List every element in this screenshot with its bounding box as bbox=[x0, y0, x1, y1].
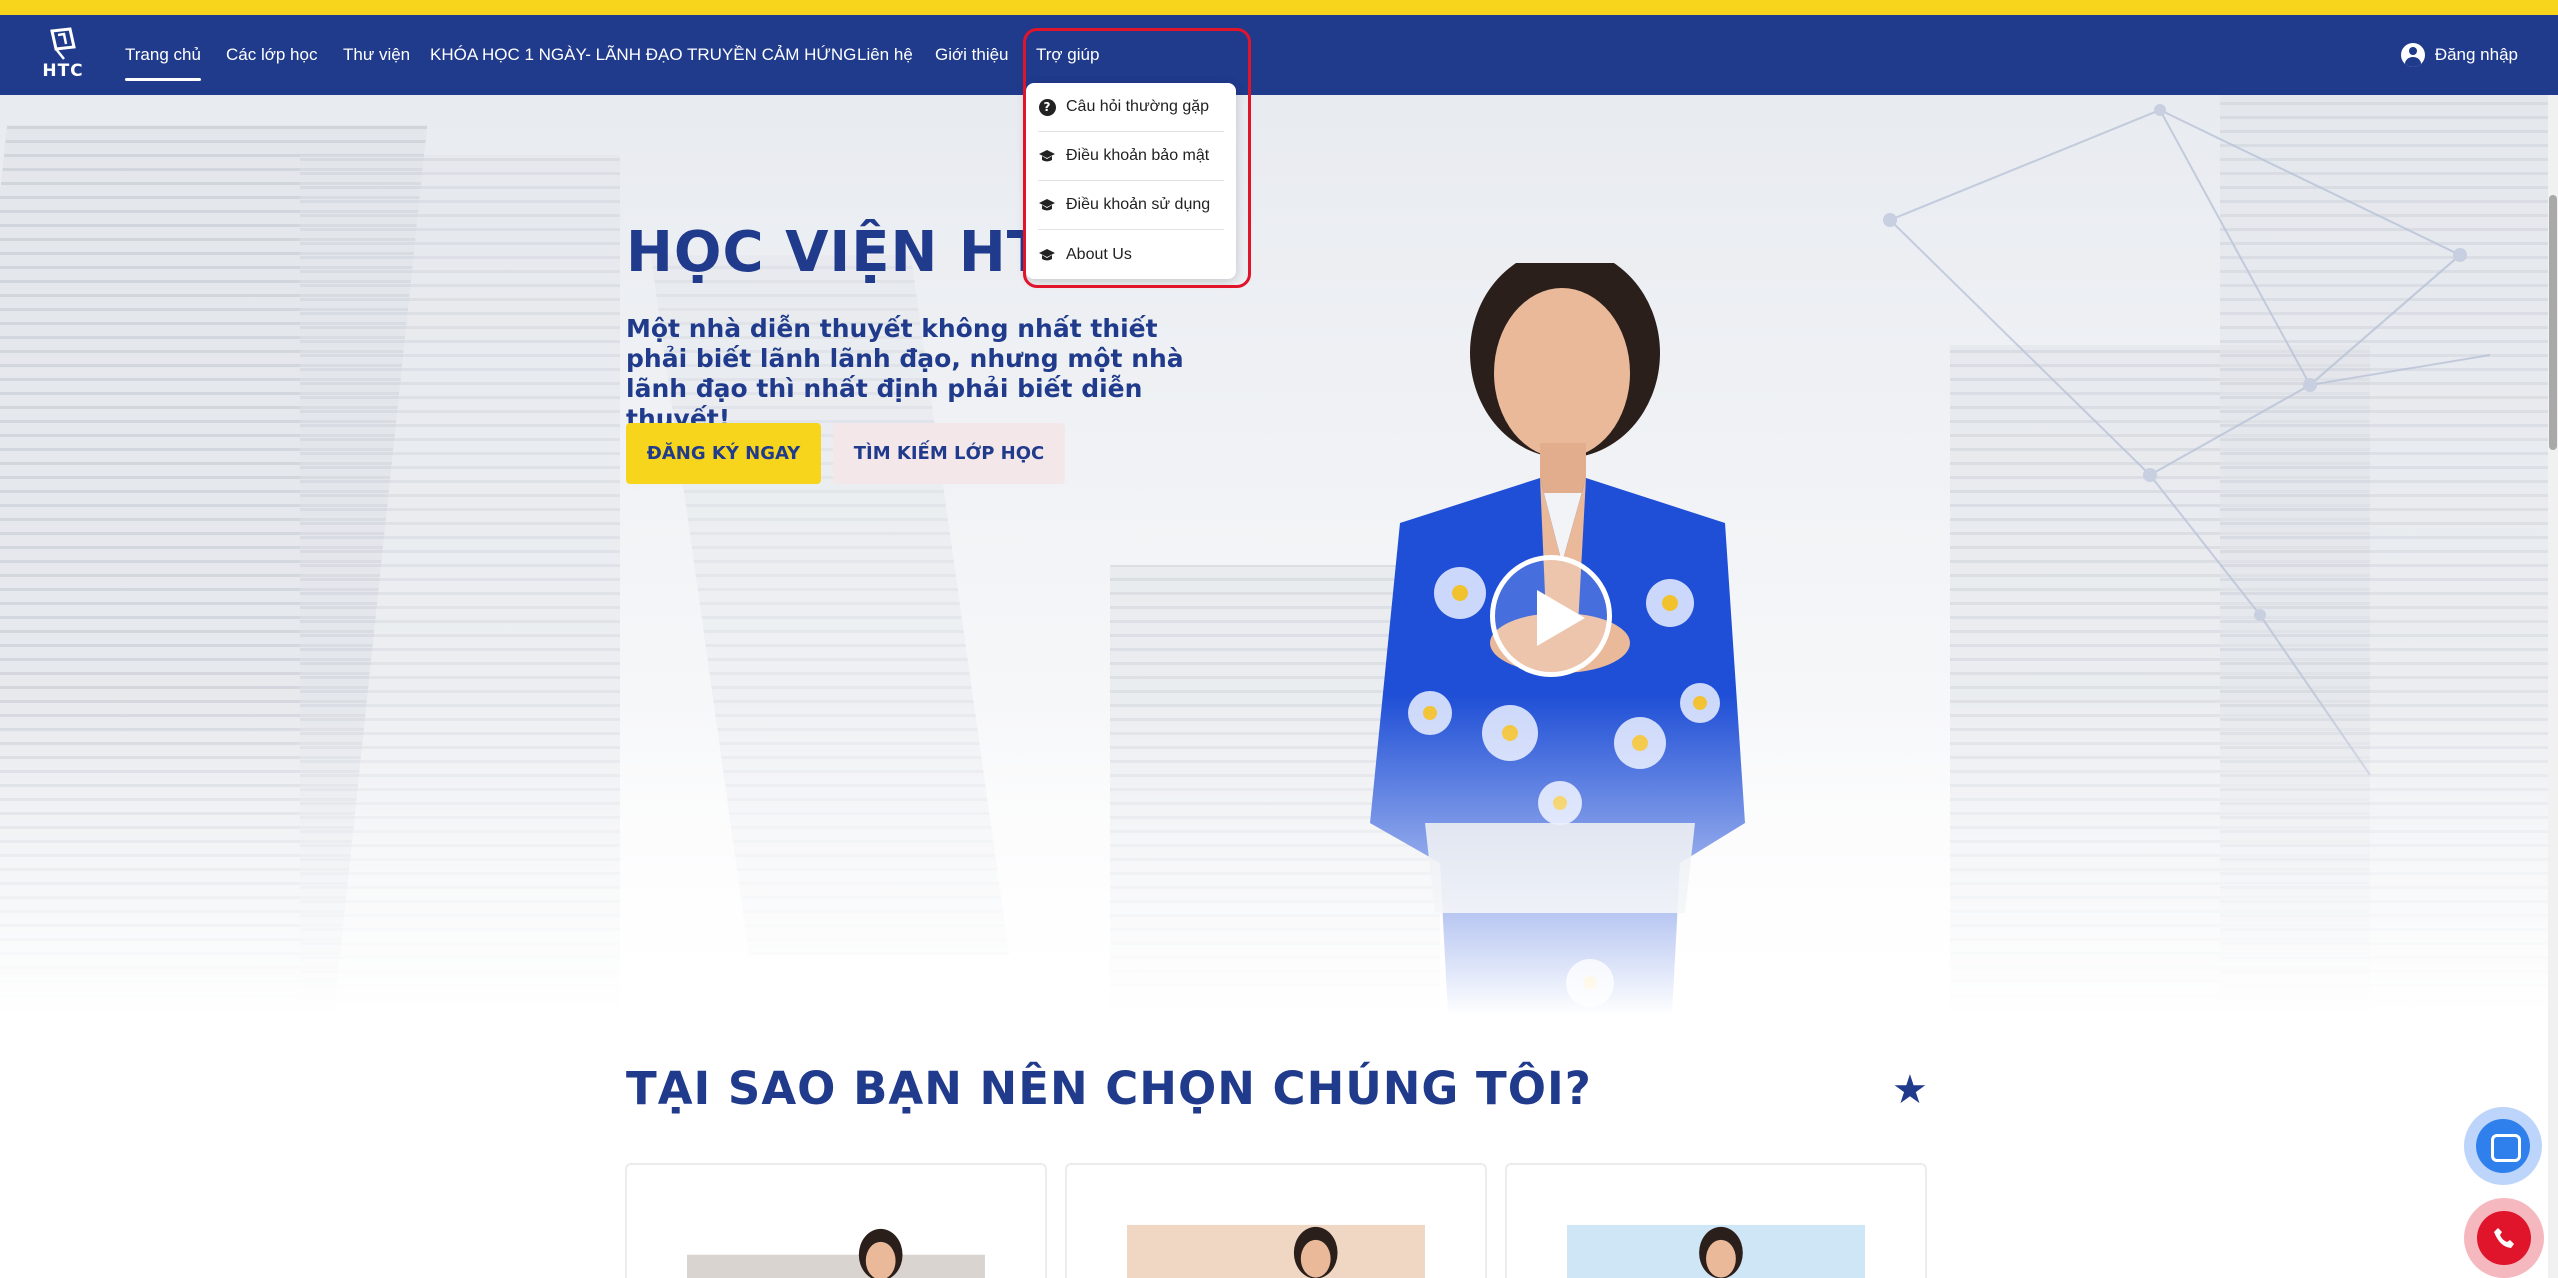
card-image bbox=[1127, 1224, 1425, 1278]
help-menu-item-label: Điều khoản sử dụng bbox=[1066, 196, 1211, 213]
help-menu-item-faq[interactable]: ? Câu hỏi thường gặp bbox=[1038, 83, 1224, 132]
hero-bottom-fade bbox=[0, 695, 2558, 1015]
help-dropdown-menu: ? Câu hỏi thường gặp Điều khoản bảo mật … bbox=[1026, 83, 1236, 279]
help-menu-item-privacy[interactable]: Điều khoản bảo mật bbox=[1038, 132, 1224, 181]
nav-help[interactable]: Trợ giúp bbox=[1036, 43, 1099, 69]
video-play-button[interactable] bbox=[1490, 555, 1612, 677]
star-icon: ★ bbox=[1892, 1068, 1928, 1112]
feature-card[interactable] bbox=[625, 1163, 1047, 1278]
help-menu-item-label: Câu hỏi thường gặp bbox=[1066, 98, 1210, 115]
scrollbar-thumb[interactable] bbox=[2549, 195, 2557, 450]
zalo-chat-button[interactable] bbox=[2464, 1107, 2542, 1185]
card-image bbox=[1567, 1224, 1865, 1278]
register-now-button[interactable]: ĐĂNG KÝ NGAY bbox=[626, 423, 821, 484]
hero-section bbox=[0, 95, 2558, 1015]
search-classes-button[interactable]: TÌM KIẾM LỚP HỌC bbox=[833, 423, 1065, 484]
main-navbar: HTC Trang chủ Các lớp học Thư viện KHÓA … bbox=[0, 15, 2558, 95]
login-link[interactable]: Đăng nhập bbox=[2400, 43, 2518, 67]
nav-contact[interactable]: Liên hệ bbox=[857, 43, 913, 69]
help-menu-item-about-us[interactable]: About Us bbox=[1038, 230, 1224, 279]
graduation-cap-icon bbox=[1038, 147, 1056, 165]
help-menu-item-terms[interactable]: Điều khoản sử dụng bbox=[1038, 181, 1224, 230]
htc-logo[interactable]: HTC bbox=[38, 27, 88, 85]
user-circle-icon bbox=[2400, 43, 2425, 67]
feature-card[interactable] bbox=[1505, 1163, 1927, 1278]
logo-text: HTC bbox=[42, 61, 84, 81]
nav-about[interactable]: Giới thiệu bbox=[935, 43, 1009, 69]
hero-title: HỌC VIỆN HTC bbox=[626, 220, 1089, 285]
logo-mark-icon bbox=[44, 27, 82, 61]
feature-card[interactable] bbox=[1065, 1163, 1487, 1278]
hero-subtitle: Một nhà diễn thuyết không nhất thiết phả… bbox=[626, 314, 1184, 433]
top-accent-strip bbox=[0, 0, 2558, 15]
page-scrollbar[interactable] bbox=[2548, 95, 2558, 1278]
graduation-cap-icon bbox=[1038, 246, 1056, 264]
nav-one-day-course[interactable]: KHÓA HỌC 1 NGÀY- LÃNH ĐẠO TRUYỀN CẢM HỨN… bbox=[430, 43, 856, 69]
phone-icon bbox=[2477, 1211, 2531, 1265]
nav-home[interactable]: Trang chủ bbox=[125, 43, 201, 81]
question-circle-icon: ? bbox=[1038, 98, 1056, 116]
zalo-icon bbox=[2476, 1119, 2530, 1173]
call-button[interactable] bbox=[2464, 1198, 2544, 1278]
why-choose-us-title: TẠI SAO BẠN NÊN CHỌN CHÚNG TÔI? bbox=[626, 1062, 1592, 1115]
login-label: Đăng nhập bbox=[2434, 45, 2518, 64]
help-menu-item-label: About Us bbox=[1066, 245, 1132, 263]
graduation-cap-icon bbox=[1038, 196, 1056, 214]
nav-classes[interactable]: Các lớp học bbox=[226, 43, 317, 69]
nav-library[interactable]: Thư viện bbox=[343, 43, 410, 69]
card-image bbox=[687, 1228, 985, 1278]
help-menu-item-label: Điều khoản bảo mật bbox=[1066, 147, 1210, 164]
